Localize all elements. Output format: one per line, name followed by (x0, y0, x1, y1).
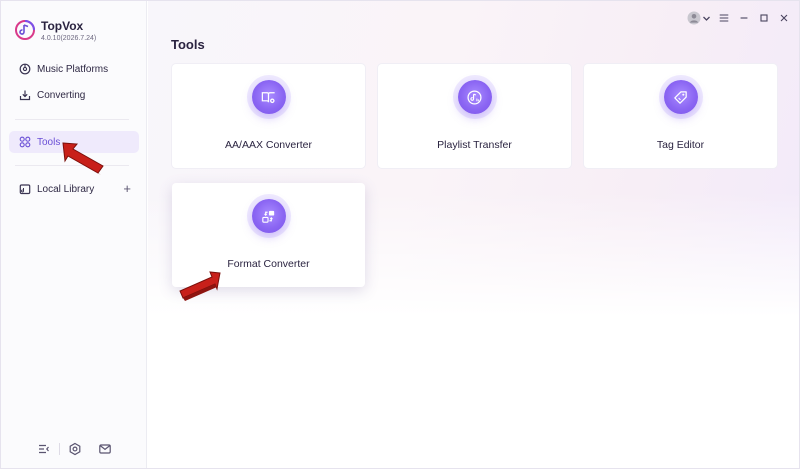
footer-separator (58, 443, 60, 455)
tag-icon (663, 80, 698, 114)
close-icon[interactable] (777, 11, 791, 25)
grid-icon (19, 136, 31, 148)
app-window: TopVox 4.0.10(2026.7.24) Music Platforms… (0, 0, 800, 469)
sidebar-item-label: Converting (37, 89, 86, 101)
sidebar-item-label: Local Library (37, 183, 95, 195)
tool-card-label: Tag Editor (656, 139, 705, 151)
user-avatar-icon[interactable] (687, 11, 701, 25)
hamburger-menu-icon[interactable] (717, 11, 731, 25)
music-disc-icon (19, 63, 31, 75)
sidebar-item-music-platforms[interactable]: Music Platforms (9, 58, 139, 80)
tool-card-tag-editor[interactable]: Tag Editor (584, 64, 777, 168)
tool-card-aa-aax-converter[interactable]: AA/AAX Converter (172, 64, 365, 168)
sidebar-item-converting[interactable]: Converting (9, 84, 139, 106)
window-controls (681, 11, 791, 25)
brand: TopVox 4.0.10(2026.7.24) (15, 19, 96, 44)
book-icon (251, 80, 286, 114)
convert-icon (251, 199, 286, 233)
annotation-arrow-tools (62, 142, 104, 175)
tool-card-playlist-transfer[interactable]: Playlist Transfer (378, 64, 571, 168)
music-note-icon (457, 80, 492, 114)
mail-icon[interactable] (98, 442, 112, 456)
maximize-icon[interactable] (757, 11, 771, 25)
sidebar: TopVox 4.0.10(2026.7.24) Music Platforms… (1, 1, 147, 468)
sidebar-item-label: Music Platforms (37, 63, 109, 75)
sidebar-divider (15, 119, 129, 120)
annotation-arrow-format-converter (179, 271, 221, 301)
page-title: Tools (171, 37, 205, 52)
chevron-down-icon[interactable] (702, 11, 711, 25)
menu-collapse-icon[interactable] (37, 442, 51, 456)
settings-icon[interactable] (68, 442, 82, 456)
add-library-button[interactable]: + (123, 182, 131, 195)
folder-icon (19, 183, 31, 195)
sidebar-footer (1, 442, 147, 456)
main-content: Tools AA/AAX Converter Playlist Transfer… (148, 1, 799, 468)
tool-card-label: Playlist Transfer (437, 139, 512, 151)
sidebar-item-local-library[interactable]: Local Library + (9, 178, 139, 200)
tool-card-label: AA/AAX Converter (225, 139, 312, 151)
app-name: TopVox (41, 19, 84, 33)
app-version: 4.0.10(2026.7.24) (41, 35, 97, 42)
topvox-logo-icon (15, 20, 35, 40)
download-tray-icon (19, 89, 31, 101)
minimize-icon[interactable] (737, 11, 751, 25)
